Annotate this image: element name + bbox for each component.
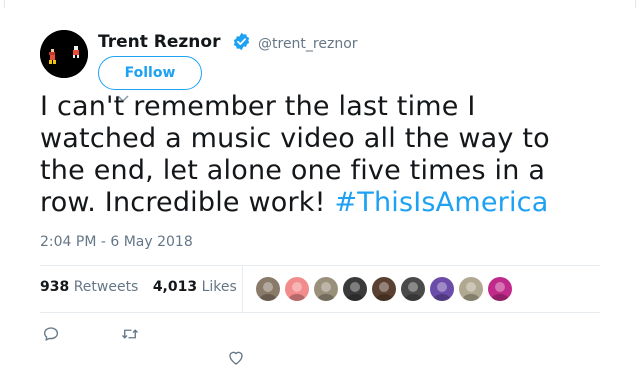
liker-avatar-7[interactable] (430, 277, 454, 301)
liker-avatar-8[interactable] (459, 277, 483, 301)
stats-separator (242, 266, 243, 312)
likes-count: 4,013 (152, 279, 198, 295)
liker-avatar-1[interactable] (256, 277, 280, 301)
liker-avatar-5[interactable] (372, 277, 396, 301)
tweet-card: Trent Reznor @trent_reznor Follow I can'… (0, 0, 640, 374)
tweet-text: I can't remember the last time I watched… (40, 91, 600, 219)
engagement-stats: 938 Retweets 4,013 Likes (40, 279, 247, 295)
tweet-timestamp[interactable]: 2:04 PM - 6 May 2018 (40, 234, 193, 250)
likes-label: Likes (201, 279, 237, 295)
stats-bottom-divider (40, 312, 600, 313)
retweets-count: 938 (40, 279, 70, 295)
follow-button[interactable]: Follow (98, 56, 202, 90)
liker-avatar-2[interactable] (285, 277, 309, 301)
liker-avatar-4[interactable] (343, 277, 367, 301)
likes-stat[interactable]: 4,013 Likes (153, 279, 237, 295)
author-handle[interactable]: @trent_reznor (258, 36, 358, 52)
reply-icon[interactable] (42, 325, 60, 343)
hashtag-link[interactable]: #ThisIsAmerica (334, 187, 548, 218)
liker-avatar-3[interactable] (314, 277, 338, 301)
author-avatar[interactable] (40, 30, 88, 78)
liker-avatar-9[interactable] (488, 277, 512, 301)
retweets-stat[interactable]: 938 Retweets (40, 279, 138, 295)
retweet-icon[interactable] (121, 325, 139, 343)
like-icon[interactable] (227, 349, 245, 367)
avatar-image (40, 30, 88, 78)
stats-top-divider (40, 265, 600, 266)
verified-badge-icon (233, 32, 250, 51)
card-frame (4, 0, 636, 8)
liker-avatar-6[interactable] (401, 277, 425, 301)
author-name[interactable]: Trent Reznor (98, 32, 220, 52)
retweets-label: Retweets (73, 279, 139, 295)
